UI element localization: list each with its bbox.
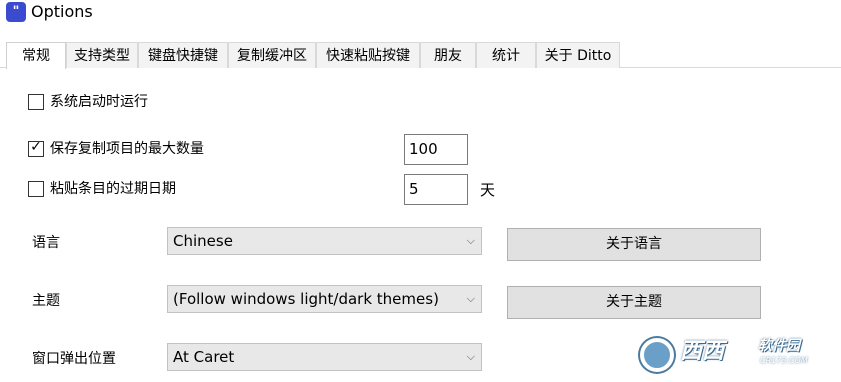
checkmark-icon: ✓ xyxy=(30,139,42,155)
tab-copy-buffers[interactable]: 复制缓冲区 xyxy=(228,42,316,68)
about-language-button[interactable]: 关于语言 xyxy=(507,228,761,261)
tab-about-ditto[interactable]: 关于 Ditto xyxy=(536,42,620,68)
about-theme-button[interactable]: 关于主题 xyxy=(507,286,761,319)
tab-friends[interactable]: 朋友 xyxy=(420,42,476,68)
title-bar: " Options xyxy=(0,0,841,32)
expire-unit-label: 天 xyxy=(480,181,496,199)
chevron-down-icon: ⌵ xyxy=(466,292,475,305)
watermark-logo: 西西 软件园 CR173.COM xyxy=(640,336,822,372)
popup-position-select[interactable]: At Caret ⌵ xyxy=(167,343,482,371)
app-icon: " xyxy=(6,2,26,22)
tab-strip: 常规 支持类型 键盘快捷键 复制缓冲区 快速粘贴按键 朋友 统计 关于 Ditt… xyxy=(0,42,841,69)
language-select[interactable]: Chinese ⌵ xyxy=(167,227,482,255)
popup-position-label: 窗口弹出位置 xyxy=(32,351,116,367)
tab-stats[interactable]: 统计 xyxy=(476,42,536,68)
run-on-startup-label: 系统启动时运行 xyxy=(50,94,148,110)
tab-keyboard-shortcuts[interactable]: 键盘快捷键 xyxy=(138,42,228,68)
language-select-value: Chinese xyxy=(173,232,233,250)
watermark-circle-icon xyxy=(640,338,674,372)
max-copies-input[interactable]: 100 xyxy=(404,134,468,165)
popup-position-select-value: At Caret xyxy=(173,348,235,366)
tab-supported-types[interactable]: 支持类型 xyxy=(66,42,138,68)
watermark-url: CR173.COM xyxy=(760,356,808,365)
window-title: Options xyxy=(31,2,93,21)
watermark-text: 西西 xyxy=(680,339,725,364)
watermark-subtext: 软件园 xyxy=(758,338,800,354)
tab-quick-paste-keys[interactable]: 快速粘贴按键 xyxy=(316,42,420,68)
language-label: 语言 xyxy=(32,235,60,251)
expire-checkbox[interactable] xyxy=(28,181,44,197)
expire-label: 粘贴条目的过期日期 xyxy=(50,181,176,197)
expire-days-input[interactable]: 5 xyxy=(404,174,468,205)
theme-select[interactable]: (Follow windows light/dark themes) ⌵ xyxy=(167,285,482,313)
chevron-down-icon: ⌵ xyxy=(466,234,475,247)
theme-select-value: (Follow windows light/dark themes) xyxy=(173,290,439,308)
tab-general[interactable]: 常规 xyxy=(6,42,66,69)
theme-label: 主题 xyxy=(32,293,60,309)
chevron-down-icon: ⌵ xyxy=(466,350,475,363)
max-copies-label: 保存复制项目的最大数量 xyxy=(50,141,204,157)
run-on-startup-checkbox[interactable] xyxy=(28,94,44,110)
max-copies-checkbox[interactable]: ✓ xyxy=(28,139,44,157)
